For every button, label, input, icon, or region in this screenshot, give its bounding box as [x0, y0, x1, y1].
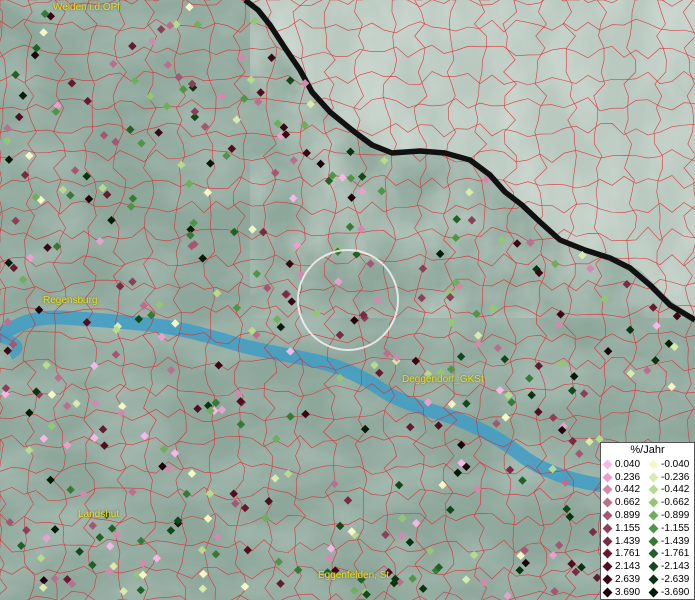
- legend-swatch-icon: [648, 587, 659, 598]
- legend-negative-row: -0.899: [647, 509, 689, 522]
- legend-positive-row: 0.442: [601, 484, 640, 497]
- legend: %/Jahr 0.040 0.236 0.442 0.662 0.899 1.155 1.4…: [600, 442, 695, 600]
- legend-label: 0.236: [615, 471, 641, 483]
- legend-label: 0.040: [615, 458, 641, 470]
- legend-swatch-icon: [602, 561, 613, 572]
- legend-label: -1.761: [661, 548, 690, 560]
- legend-label: 0.899: [615, 510, 641, 522]
- legend-title: %/Jahr: [630, 444, 665, 456]
- legend-label: -0.236: [661, 471, 690, 483]
- legend-label: -0.442: [661, 484, 690, 496]
- legend-negative-row: -1.439: [647, 535, 689, 548]
- legend-label: 1.761: [615, 548, 641, 560]
- legend-positive-row: 1.439: [601, 535, 640, 548]
- legend-label: 2.143: [615, 561, 641, 573]
- legend-negative-row: -0.662: [647, 496, 689, 509]
- legend-swatch-icon: [648, 561, 659, 572]
- legend-negative-row: -2.143: [647, 560, 689, 573]
- legend-label: -2.639: [661, 574, 690, 586]
- legend-swatch-icon: [602, 523, 613, 534]
- legend-positive-row: 1.155: [601, 522, 640, 535]
- legend-swatch-icon: [648, 523, 659, 534]
- legend-swatch-icon: [648, 536, 659, 547]
- legend-negative-row: -1.155: [647, 522, 689, 535]
- legend-swatch-icon: [648, 497, 659, 508]
- legend-label: 3.690: [615, 586, 641, 598]
- legend-negative-row: -0.040: [647, 458, 689, 471]
- city-label-regensburg: Regensburg: [43, 295, 98, 306]
- legend-swatch-icon: [602, 587, 613, 598]
- legend-label: -2.143: [661, 561, 690, 573]
- city-label-eggenfelden: Eggenfelden, St: [318, 570, 390, 581]
- legend-swatch-icon: [648, 549, 659, 559]
- legend-label: -1.155: [661, 522, 690, 534]
- legend-label: 1.439: [615, 535, 641, 547]
- legend-swatch-icon: [602, 472, 613, 483]
- legend-swatch-icon: [602, 497, 613, 508]
- city-label-landshut: Landshut: [78, 509, 120, 520]
- legend-positive-row: 0.662: [601, 496, 640, 509]
- legend-negative-row: -3.690: [647, 586, 689, 599]
- legend-label: -0.899: [661, 510, 690, 522]
- legend-swatch-icon: [648, 574, 659, 585]
- legend-swatch-icon: [648, 472, 659, 483]
- legend-negative-column: -0.040 -0.236 -0.442 -0.662 -0.899 -1.155 -1.4…: [647, 458, 689, 599]
- legend-label: -0.040: [661, 458, 690, 470]
- legend-positive-row: 2.639: [601, 573, 640, 586]
- legend-positive-column: 0.040 0.236 0.442 0.662 0.899 1.155 1.439 1.761…: [601, 458, 640, 599]
- legend-positive-row: 0.040: [601, 458, 640, 471]
- legend-label: 0.442: [615, 484, 641, 496]
- legend-positive-row: 1.761: [601, 548, 640, 561]
- legend-label: 2.639: [615, 574, 641, 586]
- legend-positive-row: 2.143: [601, 560, 640, 573]
- legend-swatch-icon: [602, 536, 613, 547]
- legend-negative-row: -0.236: [647, 471, 689, 484]
- legend-swatch-icon: [602, 459, 613, 470]
- legend-swatch-icon: [648, 485, 659, 495]
- legend-label: -0.662: [661, 497, 690, 509]
- legend-swatch-icon: [602, 510, 613, 521]
- city-label-weiden: Weiden i.d.OPf: [53, 2, 121, 13]
- legend-positive-row: 3.690: [601, 586, 640, 599]
- legend-swatch-icon: [648, 459, 659, 470]
- legend-negative-row: -0.442: [647, 484, 689, 497]
- legend-negative-row: -1.761: [647, 548, 689, 561]
- legend-swatch-icon: [602, 574, 613, 585]
- legend-swatch-icon: [602, 485, 613, 495]
- legend-negative-row: -2.639: [647, 573, 689, 586]
- city-label-deggendorf: Deggendorf_GKSt: [402, 374, 484, 385]
- legend-label: -1.439: [661, 535, 690, 547]
- legend-positive-row: 0.236: [601, 471, 640, 484]
- legend-positive-row: 0.899: [601, 509, 640, 522]
- legend-label: -3.690: [661, 586, 690, 598]
- legend-label: 1.155: [615, 522, 641, 534]
- legend-swatch-icon: [602, 549, 613, 559]
- legend-label: 0.662: [615, 497, 641, 509]
- legend-swatch-icon: [648, 510, 659, 521]
